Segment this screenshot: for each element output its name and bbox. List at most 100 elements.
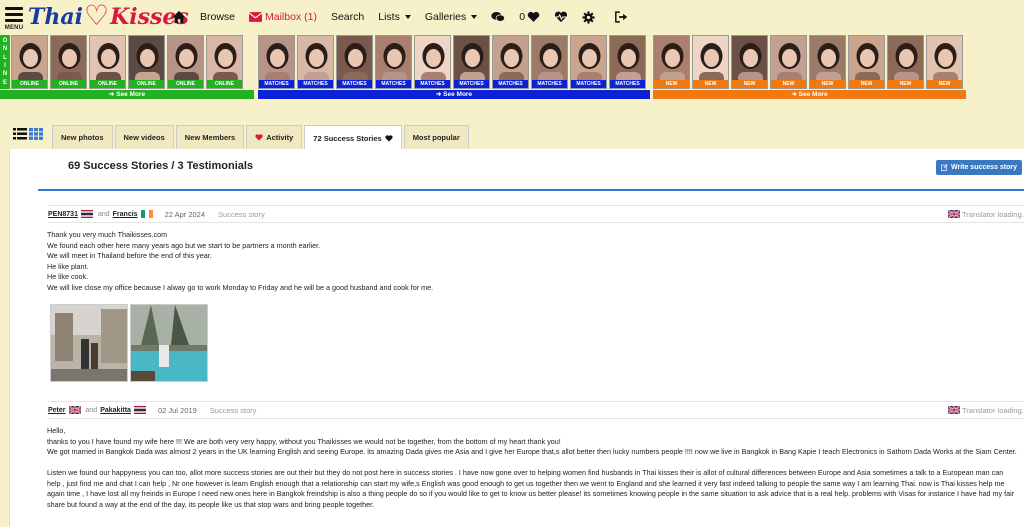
write-button-label: Write success story <box>950 164 1017 171</box>
story-user-link[interactable]: Pakakitta <box>100 407 131 414</box>
see-more-matches-button[interactable]: ➜ See More <box>258 90 650 99</box>
member-status-tag: MATCHES <box>259 80 294 88</box>
member-thumbnail[interactable]: MATCHES <box>336 35 373 89</box>
member-status-tag: NEW <box>927 80 962 88</box>
story-type: Success story <box>209 405 257 415</box>
menu-label: MENU <box>4 25 24 31</box>
search-link[interactable]: Search <box>331 11 364 23</box>
member-thumbnail[interactable]: ONLINE <box>167 35 204 89</box>
member-thumbnail[interactable]: ONLINE <box>50 35 87 89</box>
member-thumbnail[interactable]: ONLINE <box>89 35 126 89</box>
likes-link[interactable]: 0 <box>519 11 540 23</box>
member-thumbnail[interactable]: NEW <box>887 35 924 89</box>
divider <box>38 189 1024 191</box>
galleries-dropdown[interactable]: Galleries <box>425 11 478 23</box>
see-more-online-button[interactable]: ➜ See More <box>0 90 254 99</box>
member-status-tag: ONLINE <box>90 80 125 88</box>
translator-status[interactable]: Translator loading... <box>945 210 1024 219</box>
member-thumbnail[interactable]: NEW <box>692 35 729 89</box>
matches-strip: MATCHES MATCHES MATCHES MATCHES MATCHES MATCH… <box>258 35 650 101</box>
hamburger-icon <box>5 7 23 22</box>
member-thumbnail[interactable]: NEW <box>653 35 690 89</box>
tab-success-stories[interactable]: 72 Success Stories <box>304 125 402 151</box>
member-thumbnail[interactable]: ONLINE <box>11 35 48 89</box>
envelope-icon <box>249 12 263 22</box>
mailbox-label: Mailbox (1) <box>265 11 317 23</box>
chat-link[interactable] <box>491 11 506 23</box>
list-view-icon[interactable] <box>13 128 27 140</box>
member-thumbnail[interactable]: MATCHES <box>297 35 334 89</box>
member-thumbnail[interactable]: MATCHES <box>258 35 295 89</box>
see-more-new-button[interactable]: ➜ See More <box>653 90 966 99</box>
section-tabs: New photos New videos New Members Activi… <box>52 125 471 151</box>
story-line: Hello, <box>47 426 66 435</box>
member-status-tag: NEW <box>849 80 884 88</box>
write-success-story-button[interactable]: Write success story <box>935 160 1022 175</box>
member-thumbnail[interactable]: NEW <box>848 35 885 89</box>
story-line: He like plant. <box>47 261 89 271</box>
heartbeat-link[interactable] <box>554 11 568 23</box>
menu-button[interactable]: MENU <box>4 3 24 33</box>
ireland-flag-icon <box>140 210 153 218</box>
tab-activity[interactable]: Activity <box>246 125 303 149</box>
member-status-tag: NEW <box>810 80 845 88</box>
member-status-tag: ONLINE <box>168 80 203 88</box>
story-user-link[interactable]: Francis <box>113 211 138 218</box>
story-text: Hello, thanks to you I have found my wife… <box>47 426 1017 510</box>
member-thumbnail[interactable]: MATCHES <box>570 35 607 89</box>
story-type: Success story <box>218 209 265 219</box>
member-thumbnail[interactable]: NEW <box>926 35 963 89</box>
member-thumbnail[interactable]: MATCHES <box>414 35 451 89</box>
home-link[interactable] <box>172 10 186 24</box>
member-thumbnail[interactable]: ONLINE <box>128 35 165 89</box>
story-photo[interactable] <box>130 304 208 382</box>
tab-label: Activity <box>266 133 294 142</box>
browse-link[interactable]: Browse <box>200 11 235 23</box>
member-thumbnail[interactable]: MATCHES <box>531 35 568 89</box>
story-user-link[interactable]: Peter <box>48 407 66 414</box>
member-thumbnail[interactable]: MATCHES <box>453 35 490 89</box>
tab-label: 72 Success Stories <box>313 134 382 143</box>
member-status-tag: MATCHES <box>337 80 372 88</box>
story-header: Peter and Pakakitta 02 Jul 2019 Success … <box>48 401 1024 419</box>
member-thumbnail[interactable]: MATCHES <box>492 35 529 89</box>
member-thumbnail[interactable]: NEW <box>731 35 768 89</box>
member-status-tag: MATCHES <box>415 80 450 88</box>
and-text: and <box>97 210 110 218</box>
tab-new-videos[interactable]: New videos <box>114 125 174 149</box>
member-status-tag: MATCHES <box>493 80 528 88</box>
story-line: thanks to you I have found my wife here … <box>47 436 561 446</box>
story-photo-image <box>51 305 127 381</box>
see-more-label: See More <box>116 91 146 98</box>
member-thumbnail[interactable]: MATCHES <box>609 35 646 89</box>
grid-view-icon[interactable] <box>29 128 43 140</box>
thailand-flag-icon <box>133 406 146 414</box>
mailbox-link[interactable]: Mailbox (1) <box>249 11 317 23</box>
story-text: Thank you very much Thaikisses.com We fou… <box>47 230 1017 293</box>
tab-label: New Members <box>184 133 236 142</box>
member-thumbnail[interactable]: NEW <box>770 35 807 89</box>
tab-new-photos[interactable]: New photos <box>52 125 113 149</box>
member-thumbnail[interactable]: NEW <box>809 35 846 89</box>
member-status-tag: NEW <box>888 80 923 88</box>
thailand-flag-icon <box>80 210 93 218</box>
settings-link[interactable] <box>582 10 595 24</box>
member-status-tag: NEW <box>771 80 806 88</box>
view-mode-toggle <box>13 128 45 140</box>
logout-link[interactable] <box>615 11 628 23</box>
translator-status[interactable]: Translator loading... <box>945 406 1024 415</box>
tab-new-members[interactable]: New Members <box>175 125 245 149</box>
lists-dropdown[interactable]: Lists <box>378 11 411 23</box>
tab-most-popular[interactable]: Most popular <box>403 125 469 149</box>
member-thumbnail[interactable]: ONLINE <box>206 35 243 89</box>
tab-label: New photos <box>61 133 104 142</box>
site-logo[interactable]: Thai ♡ Kisses <box>28 0 189 32</box>
caret-down-icon <box>404 15 411 19</box>
story-user-link[interactable]: PEN8731 <box>48 211 78 218</box>
member-status-tag: MATCHES <box>298 80 333 88</box>
member-thumbnail[interactable]: MATCHES <box>375 35 412 89</box>
online-side-letter: L <box>3 54 7 61</box>
likes-count: 0 <box>519 11 526 23</box>
story-line: We got married in Bangkok Dada was almos… <box>47 447 1017 456</box>
story-photo[interactable] <box>50 304 128 382</box>
